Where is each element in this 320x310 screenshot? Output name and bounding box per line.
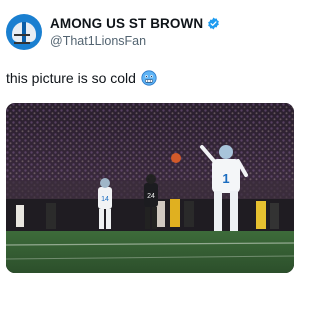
verified-badge-icon bbox=[208, 17, 220, 30]
tweet-photo[interactable]: 14 24 1 bbox=[6, 103, 294, 273]
svg-text:14: 14 bbox=[101, 196, 109, 203]
svg-text:1: 1 bbox=[222, 171, 229, 186]
display-name[interactable]: AMONG US ST BROWN bbox=[50, 16, 203, 31]
user-handle[interactable]: @That1LionsFan bbox=[50, 34, 146, 48]
stadium-photo-illustration: 14 24 1 bbox=[6, 103, 294, 273]
tweet-header: AMONG US ST BROWN @That1LionsFan bbox=[6, 10, 294, 54]
tweet-text-row: this picture is so cold bbox=[6, 70, 157, 86]
cold-face-emoji-icon bbox=[141, 70, 157, 86]
tweet-text: this picture is so cold bbox=[6, 70, 136, 86]
name-row: AMONG US ST BROWN bbox=[50, 16, 220, 31]
svg-text:24: 24 bbox=[147, 193, 155, 200]
avatar[interactable] bbox=[6, 14, 42, 50]
